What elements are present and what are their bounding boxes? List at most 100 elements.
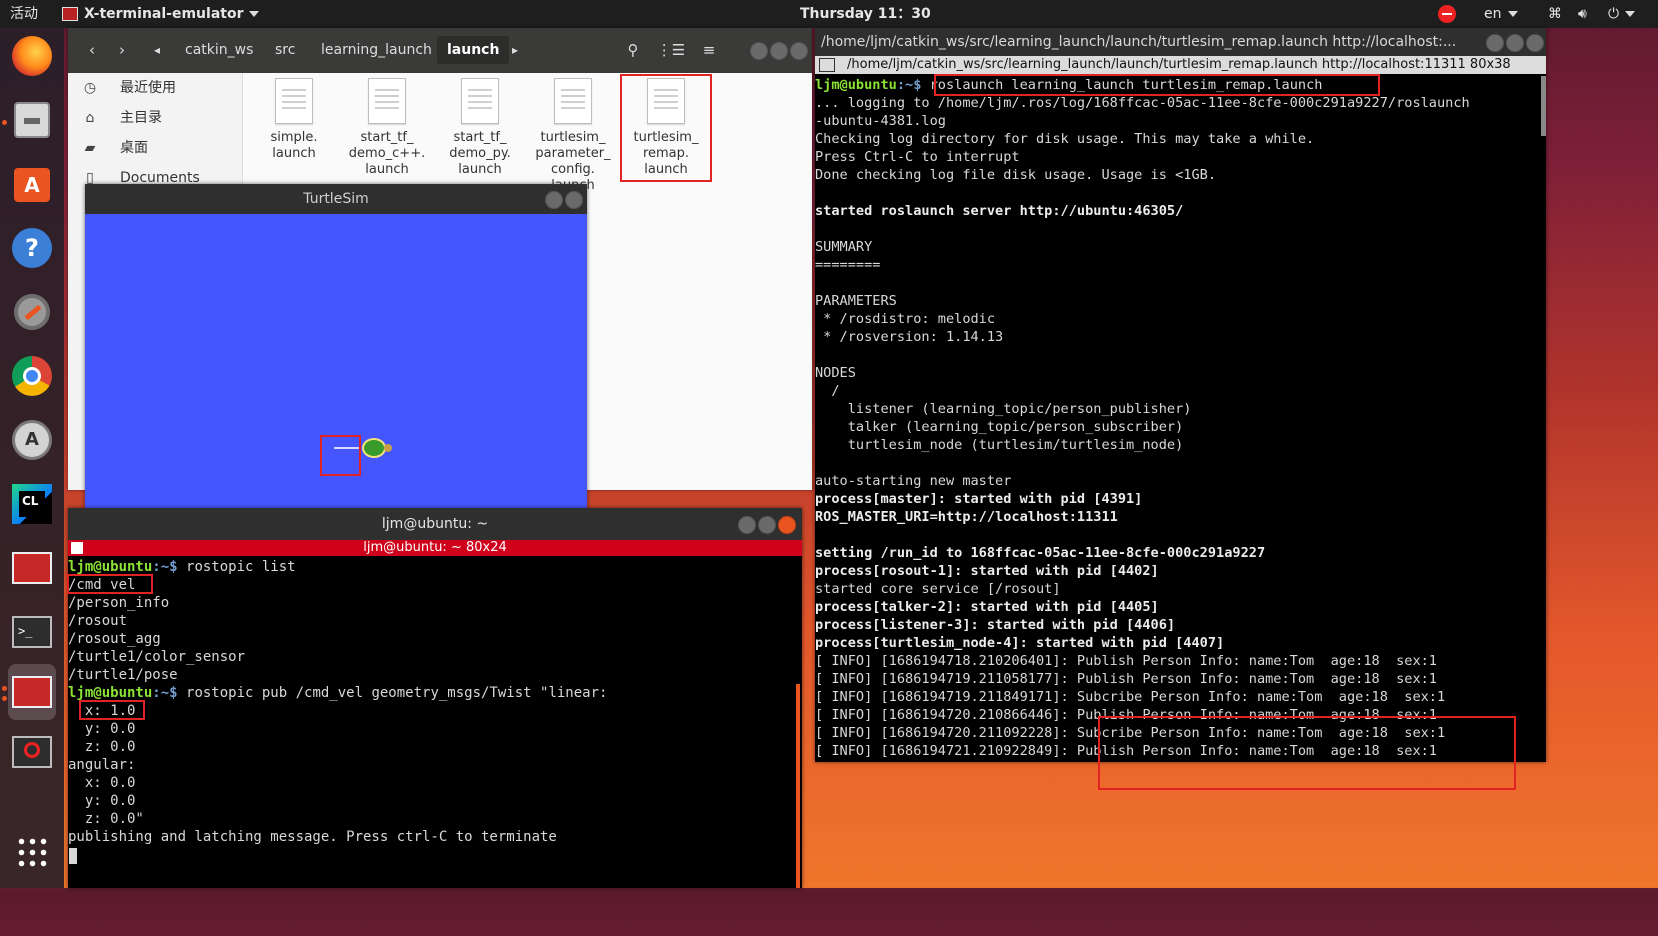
file-manager-header: ‹ › ◂ catkin_ws src learning_launch laun… bbox=[68, 28, 812, 73]
firefox-icon[interactable] bbox=[8, 32, 56, 80]
software-store-icon[interactable]: A bbox=[8, 160, 56, 208]
terminal-subtitle: ljm@ubuntu: ~ 80x24 bbox=[68, 540, 802, 556]
text-cursor bbox=[69, 848, 77, 864]
file-start-tf-demo-py-launch[interactable]: start_tf_ demo_py. launch bbox=[436, 78, 524, 178]
terminal-line: process[rosout-1]: started with pid [440… bbox=[815, 563, 1159, 579]
close-icon[interactable] bbox=[565, 191, 583, 209]
dock: A ? A CL >_ bbox=[0, 28, 64, 888]
sidebar-item-desktop[interactable]: ▰ 桌面 bbox=[68, 133, 242, 163]
language-label: en bbox=[1484, 6, 1502, 22]
view-toggle-icon[interactable]: ⋮☰ bbox=[656, 36, 686, 64]
maximize-icon[interactable] bbox=[758, 516, 776, 534]
breadcrumb-src[interactable]: src bbox=[265, 36, 305, 64]
show-apps-icon[interactable] bbox=[8, 828, 56, 876]
terminal-line: Checking log directory for disk usage. T… bbox=[815, 131, 1315, 147]
maximize-icon[interactable] bbox=[1506, 34, 1524, 52]
file-name-line: launch bbox=[458, 162, 502, 177]
terminal-line: ljm@ubuntu:~$ rostopic pub /cmd_vel geom… bbox=[68, 685, 608, 701]
language-menu[interactable]: en bbox=[1484, 0, 1518, 28]
x-terminal-icon[interactable] bbox=[8, 544, 56, 592]
scroll-right-icon[interactable]: ▸ bbox=[508, 36, 522, 64]
file-name-line: config. bbox=[551, 162, 595, 177]
chevron-down-icon bbox=[1625, 11, 1636, 17]
files-icon[interactable] bbox=[8, 96, 56, 144]
terminal-icon[interactable]: >_ bbox=[8, 608, 56, 656]
activities-button[interactable]: 活动 bbox=[10, 0, 38, 28]
terminal-line: x: 0.0 bbox=[68, 775, 136, 791]
terminal-subtitle-text: /home/ljm/catkin_ws/src/learning_launch/… bbox=[847, 57, 1511, 72]
terminal-line: process[turtlesim_node-4]: started with … bbox=[815, 635, 1225, 651]
running-indicator bbox=[2, 686, 7, 691]
sidebar-item-label: 桌面 bbox=[120, 140, 148, 156]
scrollbar[interactable] bbox=[796, 684, 800, 888]
app-menu[interactable]: X-terminal-emulator bbox=[62, 0, 260, 28]
x-terminal-active-icon[interactable] bbox=[8, 664, 56, 720]
terminal-line: /turtle1/pose bbox=[68, 667, 178, 683]
back-button[interactable]: ‹ bbox=[78, 36, 106, 64]
terminal-line: angular: bbox=[68, 757, 136, 773]
file-simple-launch[interactable]: simple. launch bbox=[250, 78, 338, 162]
terminal-line: z: 0.0 bbox=[68, 739, 136, 755]
terminal-line: / bbox=[815, 383, 840, 399]
chrome-icon[interactable] bbox=[8, 352, 56, 400]
settings-icon[interactable] bbox=[8, 288, 56, 336]
turtle-icon bbox=[360, 436, 392, 460]
running-indicator bbox=[2, 696, 7, 701]
breadcrumb-catkin-ws[interactable]: catkin_ws bbox=[175, 36, 263, 64]
top-bar: 活动 X-terminal-emulator Thursday 11：30 en… bbox=[0, 0, 1658, 28]
menu-icon[interactable]: ≡ bbox=[694, 36, 724, 64]
breadcrumb-learning-launch[interactable]: learning_launch bbox=[311, 36, 442, 64]
clock[interactable]: Thursday 11：30 bbox=[800, 0, 931, 28]
power-icon[interactable]: ⏻ bbox=[1608, 0, 1636, 28]
scrollbar[interactable] bbox=[1541, 76, 1546, 136]
terminal-line: [ INFO] [1686194718.210206401]: Publish … bbox=[815, 653, 1437, 669]
clock-icon: ◷ bbox=[83, 80, 97, 96]
launch-file-icon bbox=[368, 78, 406, 124]
help-icon[interactable]: ? bbox=[8, 224, 56, 272]
minimize-icon[interactable] bbox=[1486, 34, 1504, 52]
highlight-box bbox=[620, 74, 712, 182]
sidebar-item-label: 最近使用 bbox=[120, 80, 176, 96]
blocked-app-icon[interactable] bbox=[8, 728, 56, 776]
forward-button[interactable]: › bbox=[108, 36, 136, 64]
sidebar-item-label: 主目录 bbox=[120, 110, 162, 126]
maximize-icon[interactable] bbox=[770, 42, 788, 60]
scroll-left-icon[interactable]: ◂ bbox=[150, 36, 164, 64]
file-name-line: start_tf_ bbox=[453, 130, 507, 145]
terminal-line: Press Ctrl-C to interrupt bbox=[815, 149, 1020, 165]
close-icon[interactable] bbox=[790, 42, 808, 60]
file-name-line: demo_py. bbox=[449, 146, 511, 161]
terminal-line: [ INFO] [1686194719.211058177]: Publish … bbox=[815, 671, 1437, 687]
file-start-tf-demo-cpp-launch[interactable]: start_tf_ demo_c++. launch bbox=[343, 78, 431, 178]
terminal-menu-icon[interactable] bbox=[819, 57, 835, 72]
minimize-icon[interactable] bbox=[545, 191, 563, 209]
terminal-output[interactable]: ljm@ubuntu:~$ rostopic list /cmd_vel /pe… bbox=[67, 558, 788, 876]
clion-icon[interactable]: CL bbox=[8, 480, 56, 528]
terminal-output[interactable]: ljm@ubuntu:~$ roslaunch learning_launch … bbox=[815, 74, 1541, 790]
terminal-menu-icon[interactable] bbox=[71, 542, 83, 554]
sidebar-item-recent[interactable]: ◷ 最近使用 bbox=[68, 73, 242, 103]
close-icon[interactable] bbox=[778, 516, 796, 534]
stop-icon[interactable] bbox=[1438, 0, 1456, 28]
minimize-icon[interactable] bbox=[750, 42, 768, 60]
file-turtlesim-parameter-config-launch[interactable]: turtlesim_ parameter_ config. launch bbox=[529, 78, 617, 194]
network-icon[interactable]: ⌘ bbox=[1548, 0, 1562, 28]
running-indicator bbox=[2, 120, 7, 125]
terminal-line: SUMMARY bbox=[815, 239, 873, 255]
terminal-subtitle: /home/ljm/catkin_ws/src/learning_launch/… bbox=[815, 56, 1546, 74]
search-icon[interactable]: ⚲ bbox=[618, 36, 648, 64]
terminal-line: process[listener-3]: started with pid [4… bbox=[815, 617, 1176, 633]
file-name-line: turtlesim_ bbox=[540, 130, 606, 145]
app-name: X-terminal-emulator bbox=[84, 6, 244, 22]
breadcrumb-launch[interactable]: launch bbox=[437, 36, 510, 64]
minimize-icon[interactable] bbox=[738, 516, 756, 534]
terminal-line: turtlesim_node (turtlesim/turtlesim_node… bbox=[815, 437, 1184, 453]
close-icon[interactable] bbox=[1526, 34, 1544, 52]
terminal-line: -ubuntu-4381.log bbox=[815, 113, 946, 129]
software-updater-icon[interactable]: A bbox=[8, 416, 56, 464]
sidebar-item-home[interactable]: ⌂ 主目录 bbox=[68, 103, 242, 133]
terminal-line: NODES bbox=[815, 365, 856, 381]
terminal-line: ROS_MASTER_URI=http://localhost:11311 bbox=[815, 509, 1118, 525]
terminal-line: publishing and latching message. Press c… bbox=[68, 829, 557, 845]
volume-icon[interactable]: 🔊︎ bbox=[1578, 0, 1587, 28]
